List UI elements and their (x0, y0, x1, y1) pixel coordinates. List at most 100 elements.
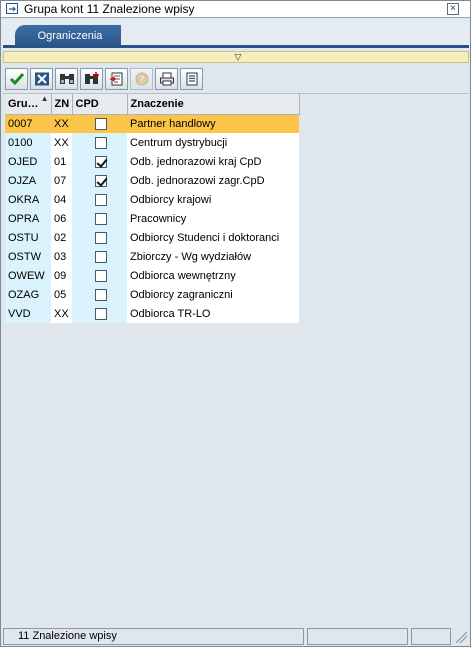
binoculars-icon (59, 74, 74, 84)
status-bar: 11 Znalezione wpisy (3, 628, 469, 645)
cpd-checkbox[interactable] (95, 250, 107, 263)
cell-zn: 07 (51, 171, 72, 190)
cpd-checkbox[interactable] (95, 231, 107, 244)
tab-ograniczenia[interactable]: Ograniczenia (15, 25, 121, 47)
close-icon[interactable]: × (447, 3, 459, 15)
help-icon: ? (135, 72, 148, 86)
continue-button[interactable] (5, 68, 28, 90)
cpd-checkbox[interactable] (95, 269, 107, 282)
cell-cpd (72, 190, 127, 209)
print-button[interactable] (155, 68, 178, 90)
cell-znaczenie: Odb. jednorazowi zagr.CpD (127, 171, 299, 190)
cell-znaczenie: Zbiorczy - Wg wydziałów (127, 247, 299, 266)
cpd-checkbox[interactable] (95, 136, 107, 149)
table-body: 0007 XX Partner handlowy 0100 XX Centrum dyst… (5, 114, 299, 323)
cpd-checkbox[interactable] (95, 155, 107, 168)
help-button[interactable]: ? (130, 68, 153, 90)
table-row[interactable]: OSTW 03 Zbiorczy - Wg wydziałów (5, 247, 299, 266)
table-row[interactable]: VVD XX Odbiorca TR-LO (5, 304, 299, 323)
list-settings-icon (186, 72, 197, 86)
cell-grupa[interactable]: 0100 (5, 133, 51, 152)
cell-zn: 01 (51, 152, 72, 171)
resize-grip[interactable] (453, 628, 469, 645)
cell-cpd (72, 266, 127, 285)
printer-icon (159, 72, 174, 86)
table-row[interactable]: OZAG 05 Odbiorcy zagraniczni (5, 285, 299, 304)
cell-znaczenie: Partner handlowy (127, 114, 299, 133)
find-next-button[interactable] (80, 68, 103, 90)
cpd-checkbox[interactable] (95, 193, 107, 206)
column-header-znaczenie[interactable]: Znaczenie (127, 94, 300, 115)
cell-zn: 02 (51, 228, 72, 247)
cell-cpd (72, 285, 127, 304)
export-button[interactable] (105, 68, 128, 90)
table-row[interactable]: OPRA 06 Pracownicy (5, 209, 299, 228)
cell-grupa[interactable]: OSTU (5, 228, 51, 247)
cell-zn: XX (51, 133, 72, 152)
cell-grupa[interactable]: OJZA (5, 171, 51, 190)
checkmark-icon (9, 73, 24, 86)
dialog-window: Grupa kont 11 Znalezione wpisy × Ogranic… (0, 0, 471, 647)
status-field-system (307, 628, 409, 645)
cell-cpd (72, 152, 127, 171)
cell-zn: XX (51, 304, 72, 323)
settings-button[interactable] (180, 68, 203, 90)
cell-grupa[interactable]: OKRA (5, 190, 51, 209)
sort-ascending-icon: ▲ (40, 94, 49, 103)
results-table: Gru… ▲ ZN CPD Znaczenie 0007 XX Partner han… (5, 94, 300, 323)
column-header-grupa[interactable]: Gru… ▲ (5, 94, 52, 115)
cell-grupa[interactable]: OSTW (5, 247, 51, 266)
status-field-mode (411, 628, 452, 645)
title-bar: Grupa kont 11 Znalezione wpisy × (1, 1, 470, 18)
cell-zn: XX (51, 114, 72, 133)
cell-grupa[interactable]: 0007 (5, 114, 51, 133)
cell-zn: 03 (51, 247, 72, 266)
export-icon (109, 72, 122, 86)
cell-cpd (72, 133, 127, 152)
cpd-checkbox[interactable] (95, 174, 107, 187)
table-row[interactable]: OSTU 02 Odbiorcy Studenci i doktoranci (5, 228, 299, 247)
cell-zn: 05 (51, 285, 72, 304)
cell-znaczenie: Odb. jednorazowi kraj CpD (127, 152, 299, 171)
table-row[interactable]: OJED 01 Odb. jednorazowi kraj CpD (5, 152, 299, 171)
column-header-zn[interactable]: ZN (51, 94, 73, 115)
table-row[interactable]: OJZA 07 Odb. jednorazowi zagr.CpD (5, 171, 299, 190)
cell-znaczenie: Odbiorca TR-LO (127, 304, 299, 323)
cell-znaczenie: Pracownicy (127, 209, 299, 228)
table-row[interactable]: 0007 XX Partner handlowy (5, 114, 299, 133)
collapse-triangle-icon: ▽ (234, 52, 242, 62)
find-button[interactable] (55, 68, 78, 90)
cell-grupa[interactable]: OPRA (5, 209, 51, 228)
cell-cpd (72, 171, 127, 190)
cpd-checkbox[interactable] (95, 212, 107, 225)
window-title: Grupa kont 11 Znalezione wpisy (24, 2, 195, 16)
cell-grupa[interactable]: VVD (5, 304, 51, 323)
collapse-bar[interactable]: ▽ (3, 51, 469, 63)
cell-cpd (72, 228, 127, 247)
cancel-button[interactable] (30, 68, 53, 90)
cell-znaczenie: Centrum dystrybucji (127, 133, 299, 152)
cell-zn: 04 (51, 190, 72, 209)
cell-znaczenie: Odbiorcy krajowi (127, 190, 299, 209)
window-icon (6, 3, 18, 14)
tab-underline (3, 45, 469, 48)
cell-cpd (72, 247, 127, 266)
cell-cpd (72, 304, 127, 323)
cancel-x-icon (34, 72, 49, 86)
table-row[interactable]: OWEW 09 Odbiorca wewnętrzny (5, 266, 299, 285)
cell-grupa[interactable]: OZAG (5, 285, 51, 304)
column-header-grupa-label: Gru… (8, 97, 39, 110)
binoculars-plus-icon (84, 72, 99, 84)
table-row[interactable]: 0100 XX Centrum dystrybucji (5, 133, 299, 152)
cpd-checkbox[interactable] (95, 117, 107, 130)
svg-text:?: ? (139, 76, 144, 86)
table-row[interactable]: OKRA 04 Odbiorcy krajowi (5, 190, 299, 209)
cell-znaczenie: Odbiorcy zagraniczni (127, 285, 299, 304)
cell-znaczenie: Odbiorca wewnętrzny (127, 266, 299, 285)
cpd-checkbox[interactable] (95, 307, 107, 320)
cell-grupa[interactable]: OJED (5, 152, 51, 171)
column-header-cpd[interactable]: CPD (72, 94, 128, 115)
toolbar: ? (3, 67, 469, 91)
cell-grupa[interactable]: OWEW (5, 266, 51, 285)
cpd-checkbox[interactable] (95, 288, 107, 301)
